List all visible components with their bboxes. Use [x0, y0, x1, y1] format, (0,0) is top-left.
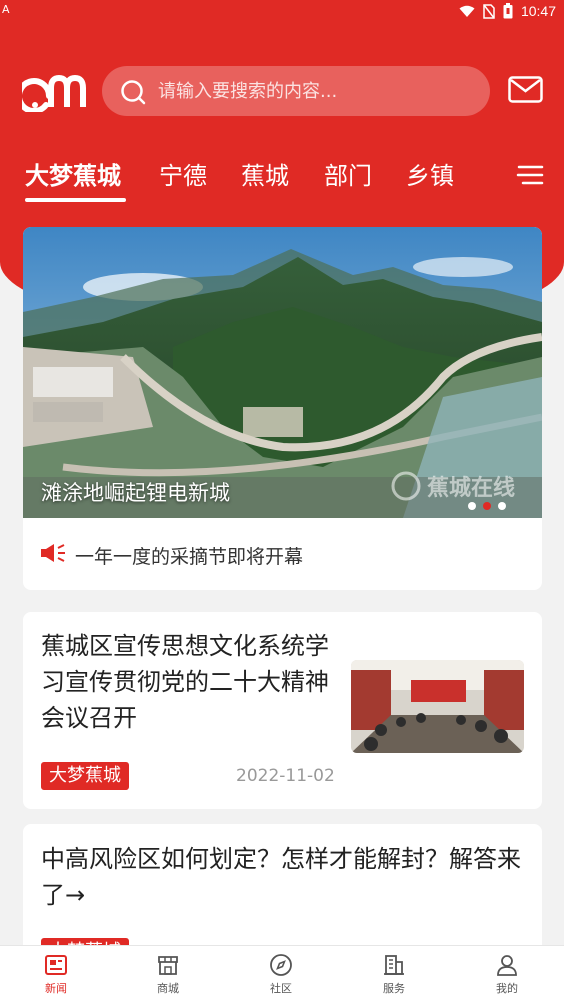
battery-icon: [503, 3, 513, 19]
nav-profile[interactable]: 我的: [472, 953, 542, 996]
news-date: 2022-11-02: [236, 766, 335, 786]
status-time: 10:47: [520, 3, 556, 19]
nav-service-label: 服务: [383, 982, 405, 995]
megaphone-icon: [41, 544, 65, 562]
menu-icon[interactable]: [516, 164, 544, 186]
status-bar: A 10:47: [0, 0, 564, 24]
banner-caption: 滩涂地崛起锂电新城: [41, 481, 230, 505]
banner-carousel[interactable]: 蕉城在线 滩涂地崛起锂电新城: [23, 227, 542, 518]
tab-damengjiaocheng[interactable]: 大梦蕉城: [25, 156, 121, 191]
sim-off-icon: [483, 3, 495, 19]
bottom-navigation: 新闻 商城 社区 服务 我的: [0, 945, 564, 1002]
news-title: 蕉城区宣传思想文化系统学习宣传贯彻党的二十大精神会议召开: [41, 632, 329, 732]
nav-profile-label: 我的: [496, 982, 518, 995]
compass-icon: [270, 954, 292, 976]
carousel-dot[interactable]: [468, 502, 476, 510]
carousel-dots: [468, 502, 506, 510]
search-icon: [121, 80, 146, 105]
tab-ningde[interactable]: 宁德: [159, 156, 207, 191]
search-input[interactable]: [158, 66, 478, 116]
hero-card: 蕉城在线 滩涂地崛起锂电新城 一年一度的采摘节即将开幕: [23, 227, 542, 590]
app-logo[interactable]: [22, 68, 86, 112]
banner-watermark: 蕉城在线: [391, 470, 515, 502]
news-thumbnail: [351, 660, 524, 753]
tab-jiaocheng[interactable]: 蕉城: [241, 156, 289, 191]
top-bar: [0, 62, 564, 122]
store-icon: [158, 956, 178, 975]
tab-bumen[interactable]: 部门: [324, 156, 372, 191]
search-bar[interactable]: [102, 66, 490, 116]
nav-service[interactable]: 服务: [359, 953, 429, 996]
news-title: 中高风险区如何划定？怎样才能解封？解答来了→: [41, 845, 521, 909]
notice-bar[interactable]: 一年一度的采摘节即将开幕: [23, 518, 542, 590]
mail-icon[interactable]: [508, 76, 543, 103]
nav-community-label: 社区: [270, 982, 292, 995]
wifi-icon: [459, 5, 475, 17]
news-card[interactable]: 中高风险区如何划定？怎样才能解封？解答来了→ 大梦蕉城: [23, 824, 542, 964]
nav-community[interactable]: 社区: [246, 953, 316, 996]
carousel-dot-active[interactable]: [483, 502, 491, 510]
watermark-logo-icon: [391, 471, 421, 501]
status-app-indicator: A: [2, 3, 10, 16]
nav-news[interactable]: 新闻: [21, 953, 91, 996]
news-card[interactable]: 蕉城区宣传思想文化系统学习宣传贯彻党的二十大精神会议召开 大梦蕉城 2022-1…: [23, 612, 542, 809]
building-icon: [384, 955, 404, 975]
nav-store[interactable]: 商城: [133, 953, 203, 996]
carousel-dot[interactable]: [498, 502, 506, 510]
channel-tabs: 大梦蕉城 宁德 蕉城 部门 乡镇: [0, 150, 564, 206]
news-icon: [45, 955, 67, 975]
nav-store-label: 商城: [157, 982, 179, 995]
tab-xiangzhen[interactable]: 乡镇: [406, 156, 454, 191]
notice-text: 一年一度的采摘节即将开幕: [75, 546, 304, 568]
watermark-text: 蕉城在线: [427, 476, 516, 501]
active-tab-indicator: [25, 198, 126, 202]
nav-news-label: 新闻: [45, 982, 67, 995]
person-icon: [497, 955, 517, 976]
news-tag: 大梦蕉城: [41, 762, 129, 790]
